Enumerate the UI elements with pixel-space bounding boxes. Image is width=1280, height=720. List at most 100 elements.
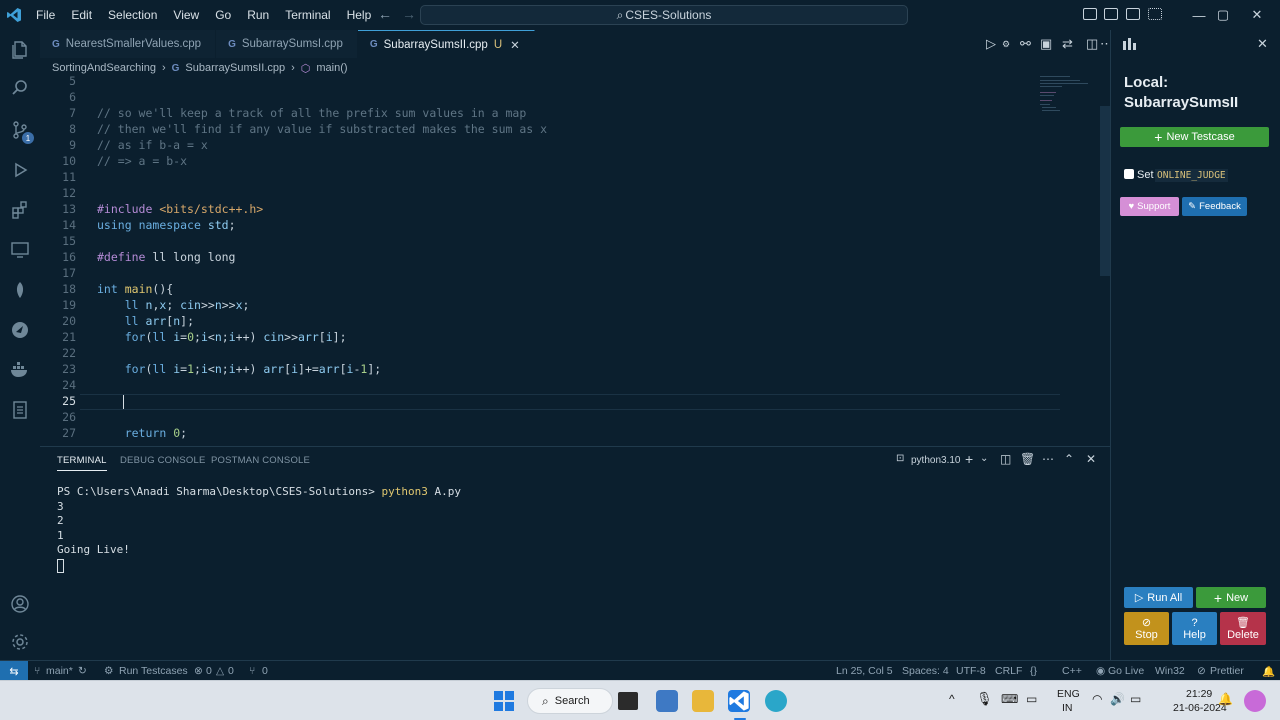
platform[interactable]: Win32 (1155, 665, 1185, 677)
toggle-panel-icon[interactable] (1104, 8, 1118, 20)
sync-icon[interactable]: ↻ (78, 665, 87, 677)
breadcrumb-folder[interactable]: SortingAndSearching (52, 62, 156, 74)
explorer-icon[interactable] (8, 38, 32, 62)
tab-nearest-smaller-values[interactable]: G NearestSmallerValues.cpp (40, 30, 217, 58)
tab-subarray-sums-ii[interactable]: G SubarraySumsII.cpp U ✕ (357, 30, 535, 58)
menu-go[interactable]: Go (207, 8, 239, 22)
branch-name[interactable]: main* (46, 665, 73, 677)
remote-explorer-icon[interactable] (8, 238, 32, 262)
delete-button[interactable]: 🗑 Delete (1220, 612, 1266, 645)
edge-browser-icon[interactable] (765, 690, 787, 712)
compare-changes-icon[interactable]: ⇄ (1062, 36, 1073, 52)
taskbar-search[interactable]: ⌕ Search (527, 688, 613, 714)
warning-count[interactable]: 0 (228, 665, 234, 677)
menu-view[interactable]: View (165, 8, 207, 22)
tab-terminal[interactable]: TERMINAL (57, 455, 107, 471)
menu-terminal[interactable]: Terminal (277, 8, 338, 22)
help-button[interactable]: ? Help (1172, 612, 1217, 645)
volume-icon[interactable]: 🔊 (1110, 692, 1125, 706)
close-tab-icon[interactable]: ✕ (510, 38, 520, 52)
settings-gear-icon[interactable] (8, 630, 32, 654)
toggle-primary-sidebar-icon[interactable] (1083, 8, 1097, 20)
more-icon[interactable]: ⋯ (1042, 452, 1054, 466)
toggle-secondary-sidebar-icon[interactable] (1126, 8, 1140, 20)
language-bottom[interactable]: IN (1062, 702, 1073, 714)
editor-scrollbar[interactable] (1100, 106, 1110, 276)
back-arrow-icon[interactable]: ← (372, 6, 398, 22)
language-mode[interactable]: C++ (1062, 665, 1082, 677)
menu-run[interactable]: Run (239, 8, 277, 22)
chevron-up-icon[interactable]: ^ (949, 692, 955, 706)
clock-time[interactable]: 21:29 (1186, 688, 1212, 700)
run-all-button[interactable]: ▷ Run All (1124, 587, 1193, 608)
menu-selection[interactable]: Selection (100, 8, 165, 22)
file-explorer-icon[interactable] (692, 690, 714, 712)
battery-icon[interactable]: ▭ (1130, 692, 1141, 706)
feedback-button[interactable]: ✎ Feedback (1182, 197, 1247, 216)
customize-layout-icon[interactable] (1148, 8, 1162, 20)
source-control-icon[interactable]: 1 (8, 118, 34, 144)
run-testcases[interactable]: Run Testcases (119, 665, 188, 677)
mongodb-leaf-icon[interactable] (8, 278, 32, 302)
prettier[interactable]: Prettier (1210, 665, 1244, 677)
support-button[interactable]: ♥ Support (1120, 197, 1179, 216)
docker-icon[interactable] (8, 358, 32, 382)
run-code-icon[interactable]: ▷ (986, 36, 996, 52)
notifications-icon[interactable]: 🔔 (1262, 665, 1275, 678)
split-editor-icon[interactable]: ◫ (1086, 36, 1098, 52)
cursor-position[interactable]: Ln 25, Col 5 (836, 665, 893, 677)
new-testcase-button[interactable]: + New Testcase (1120, 127, 1269, 147)
close-sidebar-icon[interactable]: ✕ (1257, 36, 1268, 52)
windows-start-icon[interactable] (493, 690, 515, 712)
notification-bell-icon[interactable]: 🔔 (1218, 692, 1233, 706)
new-terminal-icon[interactable]: + (965, 451, 973, 467)
account-icon[interactable] (8, 592, 32, 616)
remote-indicator-icon[interactable]: ⇆ (0, 661, 28, 681)
stop-button[interactable]: ⊘ Stop (1124, 612, 1169, 645)
search-sidebar-icon[interactable] (8, 76, 32, 100)
run-debug-icon[interactable] (8, 158, 32, 182)
camera-icon[interactable]: ▭ (1026, 692, 1037, 706)
line-ending[interactable]: CRLF (995, 665, 1022, 677)
store-icon[interactable] (656, 690, 678, 712)
error-count[interactable]: 0 (206, 665, 212, 677)
tab-debug-console[interactable]: DEBUG CONSOLE (120, 455, 205, 466)
breadcrumb-file[interactable]: SubarraySumsII.cpp (185, 62, 285, 74)
language-top[interactable]: ENG (1057, 688, 1080, 700)
menu-edit[interactable]: Edit (63, 8, 100, 22)
tab-postman-console[interactable]: POSTMAN CONSOLE (211, 455, 310, 466)
compare-icon[interactable]: ⚯ (1020, 36, 1031, 52)
breadcrumb-symbol[interactable]: main() (316, 62, 347, 74)
command-center-search[interactable]: ⌕ CSES-Solutions (420, 5, 908, 25)
copilot-icon[interactable] (1244, 690, 1266, 712)
new-label: New (1226, 591, 1249, 604)
vscode-taskbar-icon[interactable] (728, 690, 750, 712)
tab-subarray-sums-i[interactable]: G SubarraySumsI.cpp (216, 30, 358, 58)
task-view-icon[interactable] (618, 692, 638, 710)
open-preview-icon[interactable]: ▣ (1040, 36, 1052, 52)
microphone-icon[interactable]: 🎙 (976, 691, 993, 707)
go-live[interactable]: Go Live (1108, 665, 1144, 677)
run-options-gear-icon[interactable]: ⚙ (1002, 39, 1010, 50)
keyboard-icon[interactable]: ⌨ (1001, 692, 1018, 706)
close-window-icon[interactable]: ✕ (1234, 0, 1280, 30)
postman-icon[interactable] (8, 318, 32, 342)
forward-arrow-icon[interactable]: → (396, 6, 422, 22)
close-panel-icon[interactable]: ✕ (1086, 452, 1096, 466)
encoding[interactable]: UTF-8 (956, 665, 986, 677)
menu-file[interactable]: File (28, 8, 63, 22)
trash-icon[interactable]: 🗑 (1020, 452, 1035, 466)
split-terminal-icon[interactable]: ◫ (1000, 452, 1011, 466)
indentation[interactable]: Spaces: 4 (902, 665, 949, 677)
wifi-icon[interactable]: ◠ (1092, 692, 1102, 706)
chevron-down-icon[interactable]: ⌄ (980, 453, 988, 464)
maximize-panel-icon[interactable]: ⌃ (1064, 452, 1074, 466)
shell-label[interactable]: python3.10 (911, 455, 961, 466)
new-button[interactable]: + New (1196, 587, 1266, 608)
ports-count[interactable]: 0 (262, 665, 268, 677)
testing-notes-icon[interactable] (8, 398, 32, 422)
online-judge-checkbox[interactable] (1124, 169, 1134, 179)
code-editor[interactable]: 5 6 7 // so we'll keep a track of all the p… (40, 76, 1110, 444)
minimap[interactable] (1040, 76, 1100, 116)
extensions-icon[interactable] (8, 198, 32, 222)
